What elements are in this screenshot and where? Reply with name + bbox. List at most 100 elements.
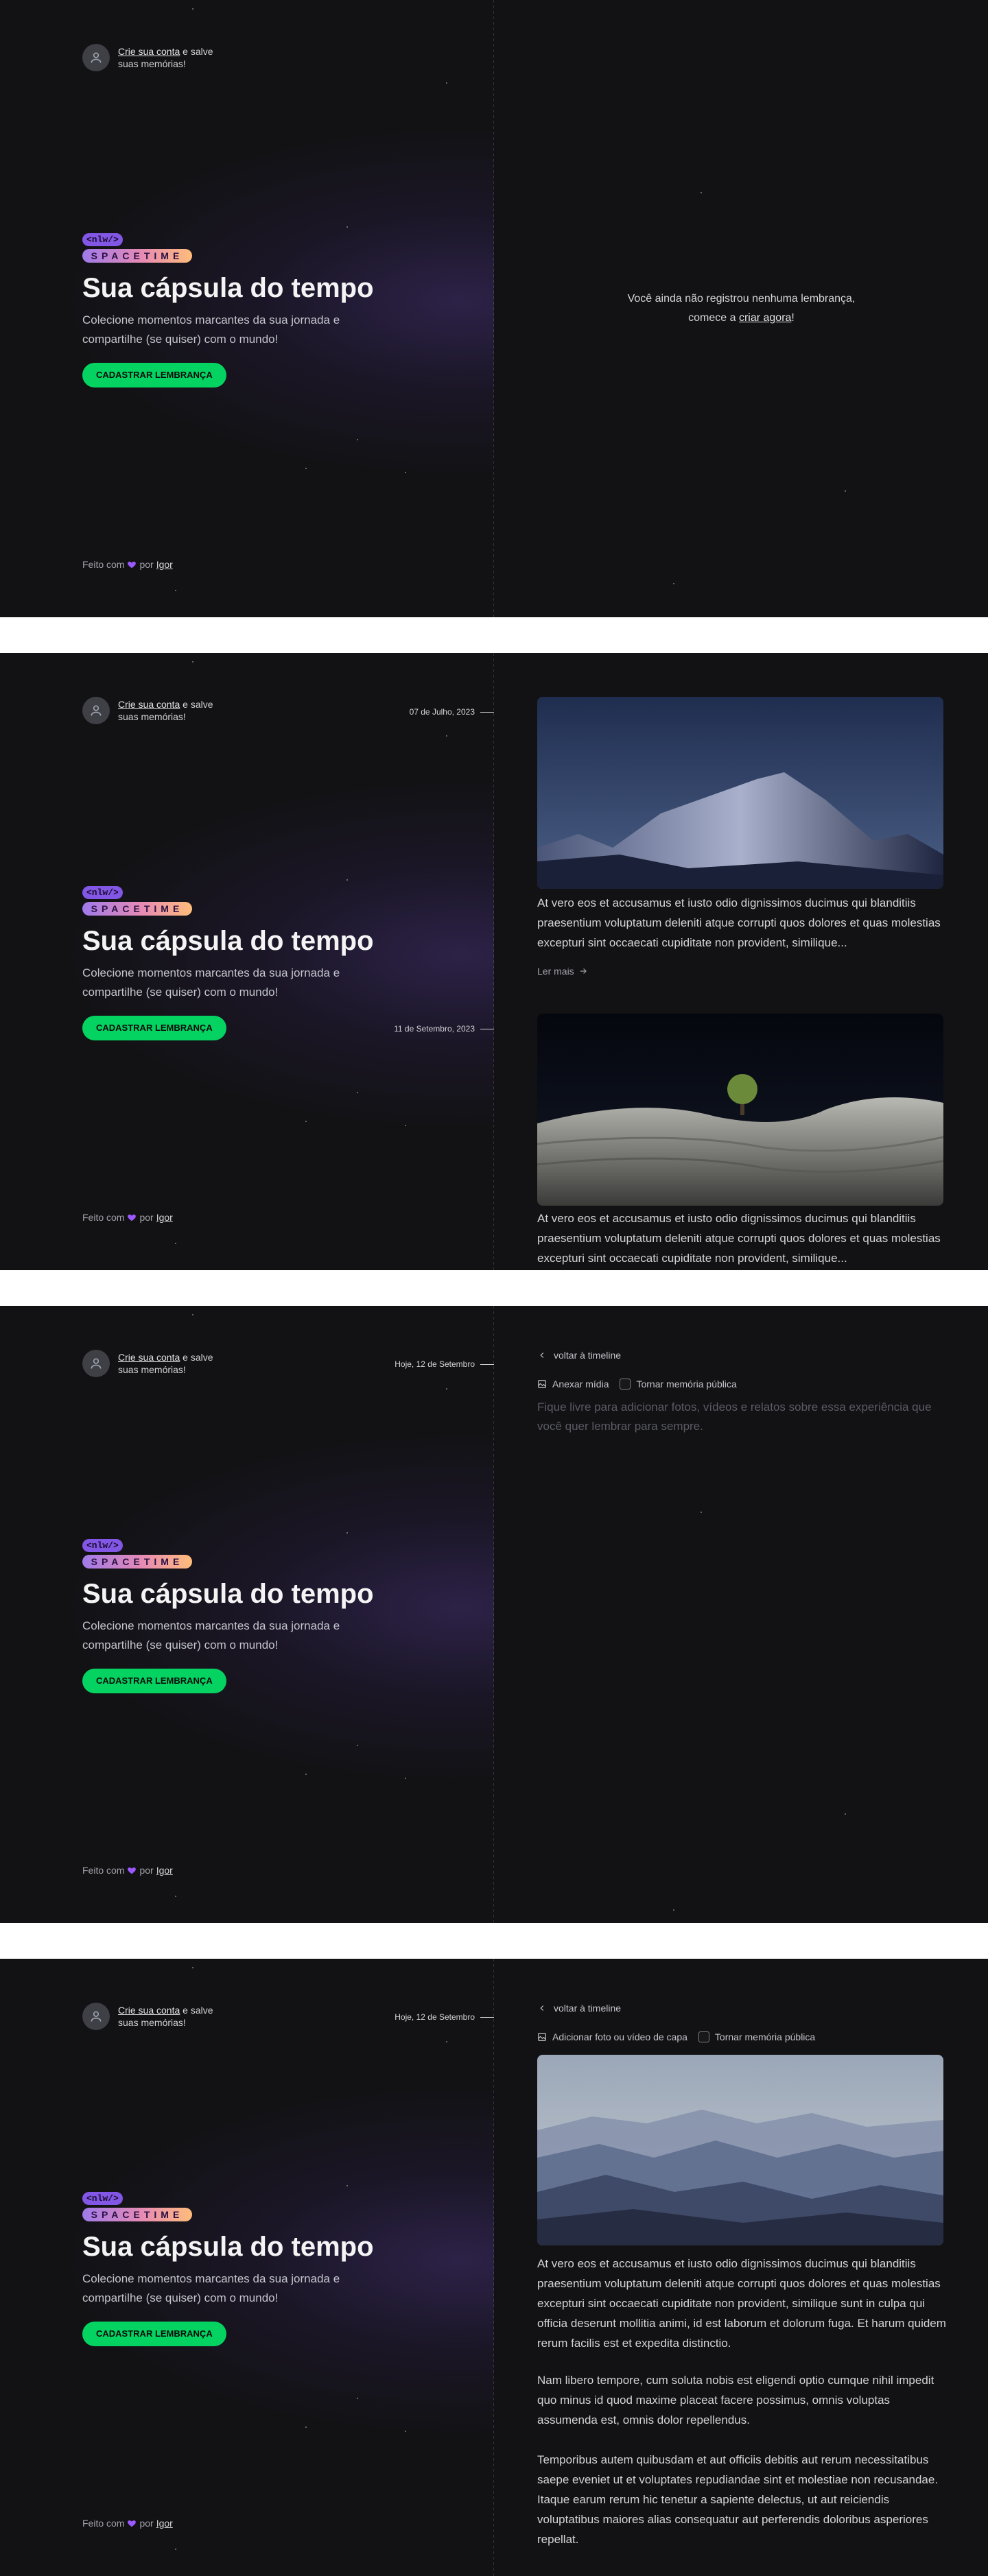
screen-new-memory: Crie sua conta e salve suas memórias! <n… — [0, 1306, 988, 1923]
avatar[interactable] — [82, 697, 110, 724]
page-title: Sua cápsula do tempo — [82, 1579, 374, 1609]
create-memory-button[interactable]: CADASTRAR LEMBRANÇA — [82, 1016, 226, 1040]
avatar[interactable] — [82, 2003, 110, 2030]
avatar[interactable] — [82, 1350, 110, 1377]
spacetime-logo: SPACETIME — [82, 2208, 192, 2221]
spacetime-logo: SPACETIME — [82, 249, 192, 263]
signup-text: Crie sua conta e salve suas memórias! — [118, 1351, 221, 1376]
page-description: Colecione momentos marcantes da sua jorn… — [82, 966, 340, 999]
user-icon — [91, 705, 102, 716]
cover-label: Adicionar foto ou vídeo de capa — [552, 2031, 687, 2042]
memory-toolbar: Adicionar foto ou vídeo de capa Tornar m… — [537, 2031, 815, 2042]
public-toggle[interactable]: Tornar memória pública — [620, 1379, 737, 1390]
author-link[interactable]: Igor — [156, 559, 173, 570]
nlw-logo: <nlw/> — [82, 1539, 123, 1552]
page-title: Sua cápsula do tempo — [82, 926, 374, 956]
public-toggle[interactable]: Tornar memória pública — [698, 2031, 815, 2042]
create-memory-button[interactable]: CADASTRAR LEMBRANÇA — [82, 2322, 226, 2346]
page-description: Colecione momentos marcantes da sua jorn… — [82, 313, 340, 346]
footer: Feito com por Igor — [82, 2518, 173, 2529]
signup-text: Crie sua conta e salve suas memórias! — [118, 698, 221, 723]
page-title: Sua cápsula do tempo — [82, 2232, 374, 2262]
timeline-line — [493, 653, 494, 1270]
memory-date: 11 de Setembro, 2023 — [394, 1024, 475, 1034]
public-checkbox[interactable] — [698, 2031, 709, 2042]
signup-link[interactable]: Crie sua conta — [118, 1352, 180, 1363]
sidebar-panel: Crie sua conta e salve suas memórias! <n… — [0, 1959, 494, 2576]
timeline-line — [493, 1306, 494, 1923]
footer-prefix: Feito com — [82, 559, 125, 570]
content-panel: Você ainda não registrou nenhuma lembran… — [495, 0, 988, 617]
back-to-timeline-link[interactable]: voltar à timeline — [537, 1350, 621, 1361]
footer-prefix: Feito com — [82, 2518, 125, 2529]
memory-paragraph[interactable]: Temporibus autem quibusdam et aut offici… — [537, 2450, 949, 2549]
content-panel: voltar à timeline Anexar mídia Tornar me… — [495, 1306, 988, 1923]
image-icon — [537, 1379, 547, 1389]
nlw-logo: <nlw/> — [82, 233, 123, 246]
signup-link[interactable]: Crie sua conta — [118, 46, 180, 57]
footer: Feito com por Igor — [82, 1865, 173, 1876]
create-now-link[interactable]: criar agora — [739, 312, 791, 324]
brand-block: <nlw/> SPACETIME Sua cápsula do tempo Co… — [82, 1539, 467, 1693]
memory-paragraph[interactable]: At vero eos et accusamus et iusto odio d… — [537, 2254, 949, 2353]
signup-prompt: Crie sua conta e salve suas memórias! — [82, 1350, 221, 1377]
user-icon — [91, 1358, 102, 1369]
heart-icon — [127, 1213, 137, 1222]
author-link[interactable]: Igor — [156, 1212, 173, 1223]
timeline-date-2: 11 de Setembro, 2023 — [394, 1024, 494, 1034]
timeline-date: Hoje, 12 de Setembro — [395, 1359, 494, 1369]
signup-link[interactable]: Crie sua conta — [118, 699, 180, 710]
footer-by: por — [139, 1865, 154, 1876]
screen-empty: Crie sua conta e salve suas memórias! <n… — [0, 0, 988, 617]
memory-date: Hoje, 12 de Setembro — [395, 2012, 475, 2022]
attach-media-button[interactable]: Anexar mídia — [537, 1379, 609, 1390]
heart-icon — [127, 2518, 137, 2528]
memory-date: 07 de Julho, 2023 — [409, 707, 475, 717]
public-label: Tornar memória pública — [714, 2031, 816, 2042]
sidebar-panel: Crie sua conta e salve suas memórias! <n… — [0, 1306, 494, 1923]
page-title: Sua cápsula do tempo — [82, 273, 374, 303]
brand-block: <nlw/> SPACETIME Sua cápsula do tempo Co… — [82, 233, 467, 387]
timeline-line — [493, 1959, 494, 2576]
heart-icon — [127, 560, 137, 569]
signup-rest-2: suas memórias! — [118, 2017, 186, 2028]
read-more-link[interactable]: Ler mais — [537, 966, 588, 977]
memory-paragraph[interactable]: Nam libero tempore, cum soluta nobis est… — [537, 2370, 949, 2430]
footer-by: por — [139, 2518, 154, 2529]
signup-link[interactable]: Crie sua conta — [118, 2005, 180, 2016]
empty-line-1: Você ainda não registrou nenhuma lembran… — [627, 293, 856, 305]
content-panel: voltar à timeline Adicionar foto ou víde… — [495, 1959, 988, 2576]
signup-rest-2: suas memórias! — [118, 58, 186, 69]
brand-block: <nlw/> SPACETIME Sua cápsula do tempo Co… — [82, 886, 467, 1040]
footer-prefix: Feito com — [82, 1212, 125, 1223]
back-to-timeline-link[interactable]: voltar à timeline — [537, 2003, 621, 2014]
avatar[interactable] — [82, 44, 110, 71]
memory-excerpt: At vero eos et accusamus et iusto odio d… — [537, 1212, 941, 1265]
timeline-date-1: 07 de Julho, 2023 — [410, 707, 494, 717]
content-panel: At vero eos et accusamus et iusto odio d… — [495, 653, 988, 1270]
signup-rest-1: e salve — [183, 46, 213, 57]
create-memory-button[interactable]: CADASTRAR LEMBRANÇA — [82, 1669, 226, 1693]
public-checkbox[interactable] — [620, 1379, 631, 1390]
author-link[interactable]: Igor — [156, 2518, 173, 2529]
author-link[interactable]: Igor — [156, 1865, 173, 1876]
user-icon — [91, 2011, 102, 2022]
footer: Feito com por Igor — [82, 1212, 173, 1223]
screen-timeline: Crie sua conta e salve suas memórias! <n… — [0, 653, 988, 1270]
timeline-date: Hoje, 12 de Setembro — [395, 2012, 494, 2022]
memory-excerpt: At vero eos et accusamus et iusto odio d… — [537, 896, 941, 949]
create-memory-button[interactable]: CADASTRAR LEMBRANÇA — [82, 363, 226, 387]
empty-line-2: comece a criar agora! — [495, 309, 988, 328]
signup-prompt: Crie sua conta e salve suas memórias! — [82, 2003, 221, 2030]
signup-rest-2: suas memórias! — [118, 1364, 186, 1375]
memory-cover-image — [537, 697, 943, 889]
heart-icon — [127, 1865, 137, 1875]
add-cover-button[interactable]: Adicionar foto ou vídeo de capa — [537, 2031, 687, 2042]
signup-prompt: Crie sua conta e salve suas memórias! — [82, 697, 221, 724]
memory-content-input[interactable]: Fique livre para adicionar fotos, vídeos… — [537, 1398, 949, 1436]
user-icon — [91, 52, 102, 63]
brand-block: <nlw/> SPACETIME Sua cápsula do tempo Co… — [82, 2192, 467, 2346]
spacetime-logo: SPACETIME — [82, 1555, 192, 1569]
cover-preview-image — [537, 2055, 943, 2245]
footer: Feito com por Igor — [82, 559, 173, 570]
